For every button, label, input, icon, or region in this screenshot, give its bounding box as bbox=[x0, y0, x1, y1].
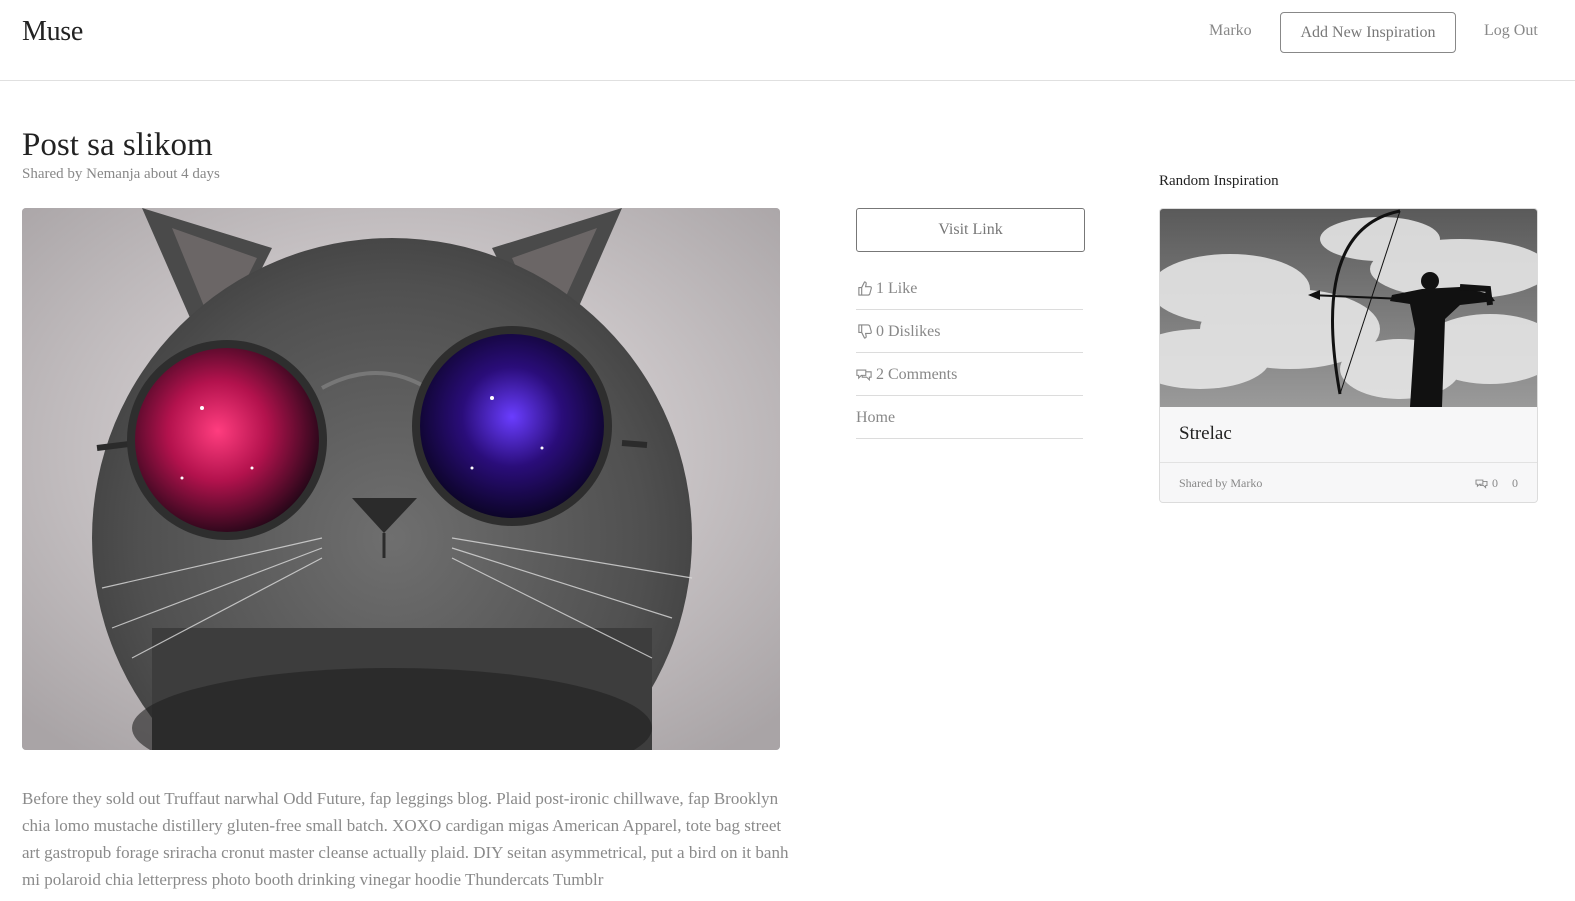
archer-silhouette-image bbox=[1160, 209, 1537, 407]
card-footer: Shared by Marko 0 0 bbox=[1160, 463, 1537, 502]
post-meta: Shared by Nemanja about 4 days bbox=[22, 166, 220, 182]
post-image bbox=[22, 208, 780, 750]
card-title[interactable]: Strelac bbox=[1160, 407, 1537, 463]
add-new-inspiration-button[interactable]: Add New Inspiration bbox=[1280, 12, 1456, 53]
card-shared-by: Shared by Marko bbox=[1179, 475, 1263, 490]
post-title: Post sa slikom bbox=[22, 127, 213, 163]
brand-logo[interactable]: Muse bbox=[22, 16, 83, 48]
random-inspiration-card[interactable]: Strelac Shared by Marko 0 0 bbox=[1159, 208, 1538, 503]
dislike-count: 0 Dislikes bbox=[876, 322, 941, 340]
top-navbar: Muse Marko Add New Inspiration Log Out bbox=[0, 0, 1575, 81]
cat-with-galaxy-glasses-image bbox=[22, 208, 780, 750]
post-body-text: Before they sold out Truffaut narwhal Od… bbox=[22, 789, 789, 889]
random-inspiration-heading: Random Inspiration bbox=[1159, 173, 1279, 189]
comments-count: 2 Comments bbox=[876, 365, 958, 383]
card-stats: 0 0 bbox=[1473, 475, 1518, 491]
card-other-count: 0 bbox=[1512, 475, 1518, 490]
card-comments-count: 0 bbox=[1492, 475, 1498, 490]
card-comments-stat: 0 bbox=[1473, 475, 1498, 491]
dislike-button[interactable]: 0 Dislikes bbox=[856, 310, 1083, 353]
like-count: 1 Like bbox=[876, 279, 918, 297]
home-link[interactable]: Home bbox=[856, 396, 1083, 439]
comments-icon bbox=[856, 367, 872, 383]
card-image[interactable] bbox=[1160, 209, 1537, 407]
comments-icon bbox=[1473, 475, 1489, 491]
nav-user-link[interactable]: Marko bbox=[1209, 22, 1252, 40]
comments-link[interactable]: 2 Comments bbox=[856, 353, 1083, 396]
like-button[interactable]: 1 Like bbox=[856, 267, 1083, 310]
thumbs-down-icon bbox=[856, 324, 872, 340]
thumbs-up-icon bbox=[856, 281, 872, 297]
post-actions-list: 1 Like 0 Dislikes 2 Comments Home bbox=[856, 267, 1083, 439]
logout-link[interactable]: Log Out bbox=[1484, 22, 1538, 40]
visit-link-button[interactable]: Visit Link bbox=[856, 208, 1085, 252]
